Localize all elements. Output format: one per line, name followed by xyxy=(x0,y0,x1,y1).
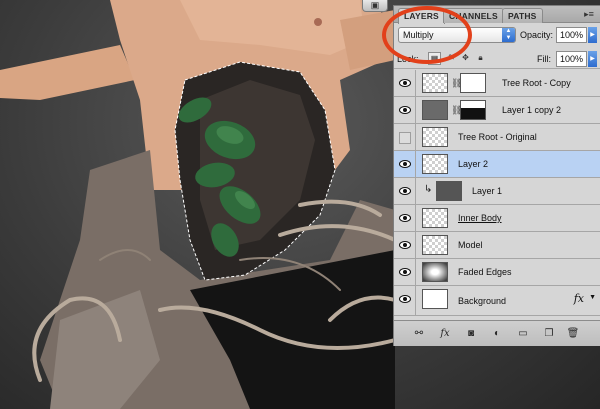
visibility-toggle[interactable] xyxy=(394,205,416,231)
layer-name: Model xyxy=(458,240,483,250)
visibility-toggle[interactable] xyxy=(394,286,416,315)
link-icon[interactable]: ⚯ xyxy=(412,327,426,340)
eye-icon xyxy=(399,268,411,276)
layer-row-model[interactable]: Model xyxy=(394,232,600,259)
layers-list: ⛓ Tree Root - Copy ⛓ Layer 1 copy 2 Tree… xyxy=(394,70,600,319)
eye-icon xyxy=(399,79,411,87)
group-folder-icon[interactable]: ▭ xyxy=(516,327,530,340)
visibility-toggle[interactable] xyxy=(394,151,416,177)
layer-row-layer-1[interactable]: ↳ Layer 1 xyxy=(394,178,600,205)
eye-icon xyxy=(399,241,411,249)
layer-name: Tree Root - Copy xyxy=(502,78,571,88)
layer-thumbnail xyxy=(422,154,448,174)
eye-icon xyxy=(399,187,411,195)
layer-name: Faded Edges xyxy=(458,267,512,277)
layer-name: Layer 2 xyxy=(458,159,489,169)
eye-icon xyxy=(399,295,411,303)
trash-icon[interactable]: 🗑︎ xyxy=(566,327,580,340)
layer-mask-thumbnail[interactable] xyxy=(460,73,486,93)
visibility-toggle[interactable] xyxy=(394,178,416,204)
layer-name: Tree Root - Original xyxy=(458,132,537,142)
visibility-toggle[interactable] xyxy=(394,124,416,150)
layers-bottom-toolbar: ⚯ fx ◙ ◐ ▭ ❐ 🗑︎ xyxy=(394,320,600,346)
layer-thumbnail xyxy=(422,100,448,120)
adjustment-icon[interactable]: ◐ xyxy=(490,327,504,340)
layer-row-layer-1-copy-2[interactable]: ⛓ Layer 1 copy 2 xyxy=(394,97,600,124)
layer-row-faded-edges[interactable]: Faded Edges xyxy=(394,259,600,286)
visibility-toggle[interactable] xyxy=(394,259,416,285)
mask-icon[interactable]: ◙ xyxy=(464,327,478,340)
clipping-arrow-icon: ↳ xyxy=(424,184,433,195)
eye-icon xyxy=(399,160,411,168)
layer-thumbnail xyxy=(422,262,448,282)
expand-effects-icon[interactable]: ▼ xyxy=(589,294,596,301)
annotation-highlight-circle xyxy=(382,6,472,64)
layer-row-tree-root-original[interactable]: Tree Root - Original xyxy=(394,124,600,151)
tab-paths[interactable]: PATHS xyxy=(502,8,543,23)
layer-thumbnail xyxy=(422,289,448,309)
layer-thumbnail xyxy=(436,181,462,201)
layer-effects-icon[interactable]: fx xyxy=(574,292,584,305)
blend-mode-arrows-icon: ▲ ▼ xyxy=(502,28,515,42)
layer-thumbnail xyxy=(422,73,448,93)
fx-icon[interactable]: fx xyxy=(438,327,452,340)
layer-row-tree-root-copy[interactable]: ⛓ Tree Root - Copy xyxy=(394,70,600,97)
lock-all-icon[interactable]: 🔒︎ xyxy=(474,52,487,65)
layer-row-inner-body[interactable]: Inner Body xyxy=(394,205,600,232)
tool-options-icon[interactable]: ▣ xyxy=(362,0,388,12)
eye-icon xyxy=(399,214,411,222)
fill-slider-arrow-icon[interactable]: ▶ xyxy=(588,51,597,67)
layer-name: Inner Body xyxy=(458,213,502,223)
layer-thumbnail xyxy=(422,127,448,147)
layer-name: Background xyxy=(458,296,507,306)
opacity-input[interactable]: 100% xyxy=(556,27,587,43)
layer-name: Layer 1 copy 2 xyxy=(502,105,562,115)
new-layer-icon[interactable]: ❐ xyxy=(542,327,556,340)
layer-thumbnail xyxy=(422,208,448,228)
layer-mask-thumbnail[interactable] xyxy=(460,100,486,120)
opacity-slider-arrow-icon[interactable]: ▶ xyxy=(588,27,597,43)
fill-label: Fill: xyxy=(537,54,551,64)
layer-row-background[interactable]: Background fx ▼ xyxy=(394,286,600,316)
visibility-toggle[interactable] xyxy=(394,70,416,96)
panel-menu-icon[interactable]: ▸≡ xyxy=(582,9,596,20)
opacity-label: Opacity: xyxy=(520,30,554,40)
visibility-toggle[interactable] xyxy=(394,232,416,258)
layer-thumbnail xyxy=(422,235,448,255)
layer-name: Layer 1 xyxy=(472,186,503,196)
layer-row-layer-2[interactable]: Layer 2 xyxy=(394,151,600,178)
visibility-toggle[interactable] xyxy=(394,97,416,123)
eye-icon xyxy=(399,106,411,114)
fill-input[interactable]: 100% xyxy=(556,51,587,67)
